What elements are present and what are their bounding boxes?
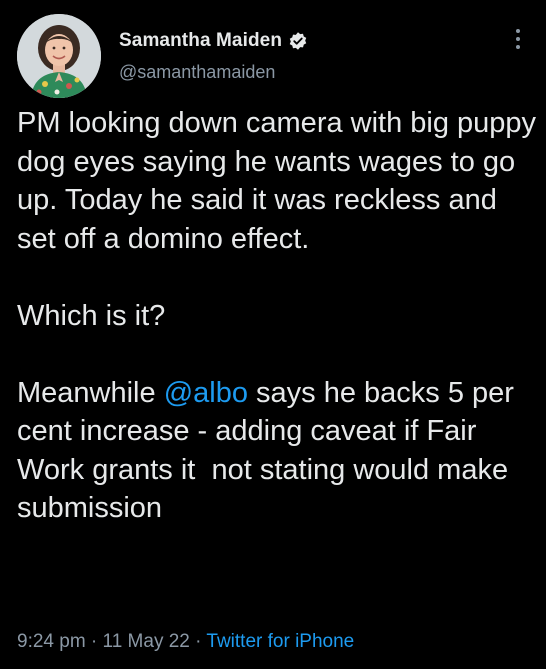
mention-link[interactable]: @albo <box>164 377 248 409</box>
meta-separator: · <box>189 631 207 652</box>
tweet-source-link[interactable]: Twitter for iPhone <box>206 631 354 652</box>
meta-separator: · <box>85 631 103 652</box>
tweet-date[interactable]: 11 May 22 <box>103 631 190 652</box>
tweet-paragraph: Meanwhile @albo says he backs 5 per cent… <box>17 374 537 528</box>
more-vertical-icon[interactable] <box>511 26 525 52</box>
author-handle[interactable]: @samanthamaiden <box>119 62 275 83</box>
author-name-row: Samantha Maiden <box>119 30 308 52</box>
tweet-text: PM looking down camera with big puppy do… <box>17 104 537 528</box>
tweet-paragraph: Which is it? <box>17 299 166 332</box>
tweet-time[interactable]: 9:24 pm <box>17 631 86 652</box>
tweet-paragraph: PM looking down camera with big puppy do… <box>17 107 545 255</box>
tweet: Samantha Maiden @samanthamaiden PM looki… <box>0 0 546 669</box>
profile-photo-icon <box>17 14 101 98</box>
display-name[interactable]: Samantha Maiden <box>119 30 282 52</box>
verified-badge-icon <box>288 31 308 51</box>
avatar[interactable] <box>17 14 101 98</box>
tweet-metadata: 9:24 pm · 11 May 22 · Twitter for iPhone <box>17 631 354 653</box>
tweet-text-segment: Meanwhile <box>17 376 164 409</box>
